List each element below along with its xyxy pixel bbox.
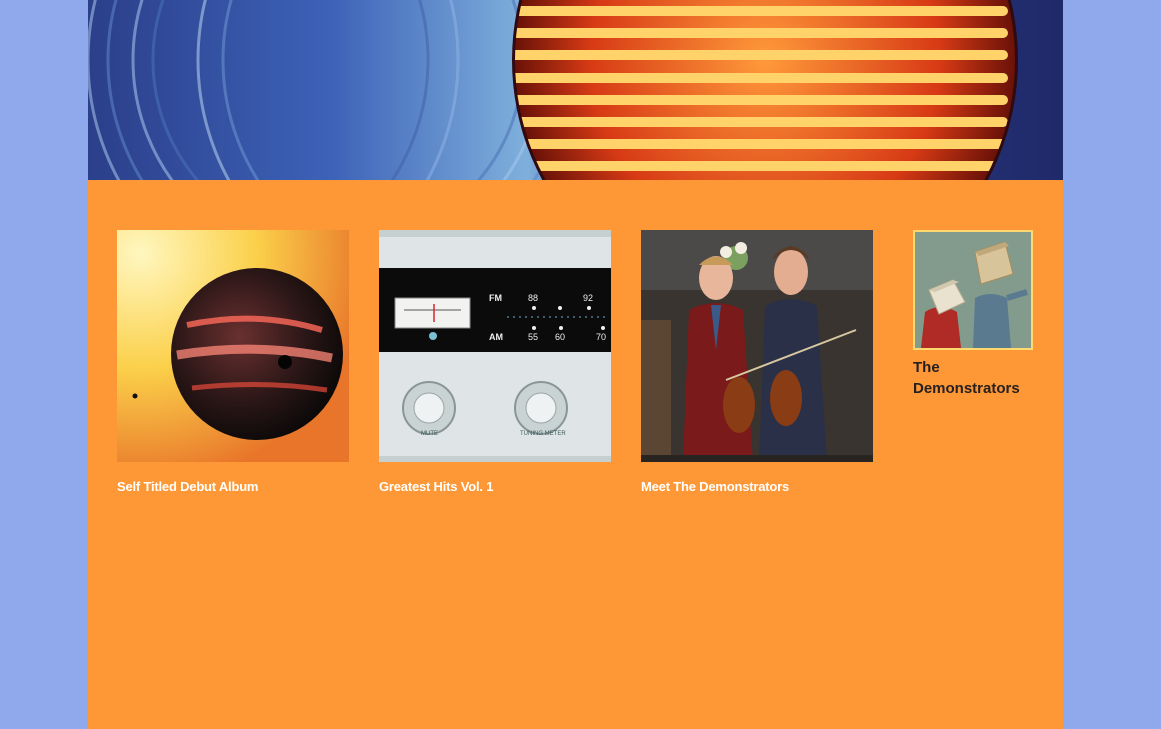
content-panel: Self Titled Debut Album FM 88 92 AM 55 6…: [88, 0, 1063, 729]
artist-thumbnail[interactable]: [913, 230, 1033, 350]
fm-label: FM: [489, 293, 502, 303]
album-card-self-titled[interactable]: Self Titled Debut Album: [117, 230, 349, 494]
am-tick: 70: [596, 332, 606, 342]
am-label: AM: [489, 332, 503, 342]
artist-name[interactable]: The Demonstrators: [913, 357, 1033, 399]
album-title[interactable]: Greatest Hits Vol. 1: [379, 479, 611, 494]
knob-label: TUNING METER: [520, 431, 566, 437]
knob-label: MUTE: [421, 431, 438, 437]
album-card-greatest-hits[interactable]: FM 88 92 AM 55 60 70 MUTE TUNING METER G…: [379, 230, 611, 494]
album-title[interactable]: Self Titled Debut Album: [117, 479, 349, 494]
header-banner-image: [88, 0, 1063, 180]
fm-tick: 92: [583, 293, 593, 303]
album-cover-violinists[interactable]: [641, 230, 873, 462]
album-title[interactable]: Meet The Demonstrators: [641, 479, 873, 494]
fm-tick: 88: [528, 293, 538, 303]
album-cover-radio[interactable]: FM 88 92 AM 55 60 70 MUTE TUNING METER: [379, 230, 611, 462]
artist-card[interactable]: The Demonstrators: [913, 230, 1033, 399]
album-cover-planet[interactable]: [117, 230, 349, 462]
am-tick: 55: [528, 332, 538, 342]
album-card-meet-the-demonstrators[interactable]: Meet The Demonstrators: [641, 230, 873, 494]
am-tick: 60: [555, 332, 565, 342]
